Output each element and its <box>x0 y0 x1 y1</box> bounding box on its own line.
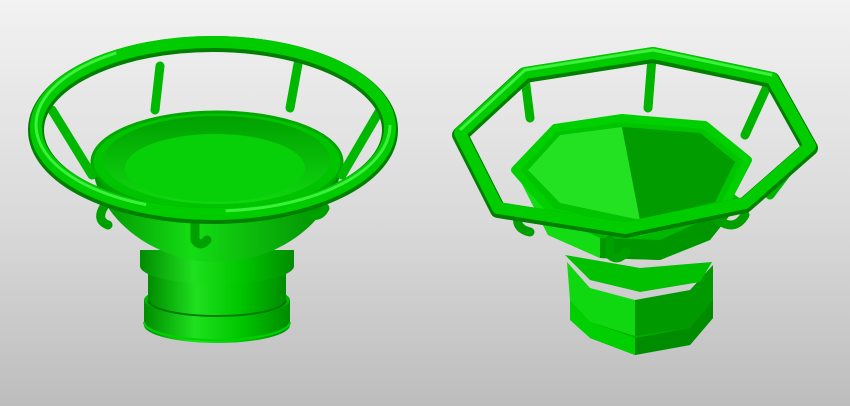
round-bowl <box>90 110 344 262</box>
octagonal-base <box>565 255 713 355</box>
round-vase <box>28 36 398 343</box>
round-base <box>140 250 294 343</box>
octagonal-vase <box>452 47 818 355</box>
render-scene <box>28 36 818 355</box>
render-viewport <box>0 0 850 406</box>
octagonal-bowl <box>511 114 752 260</box>
